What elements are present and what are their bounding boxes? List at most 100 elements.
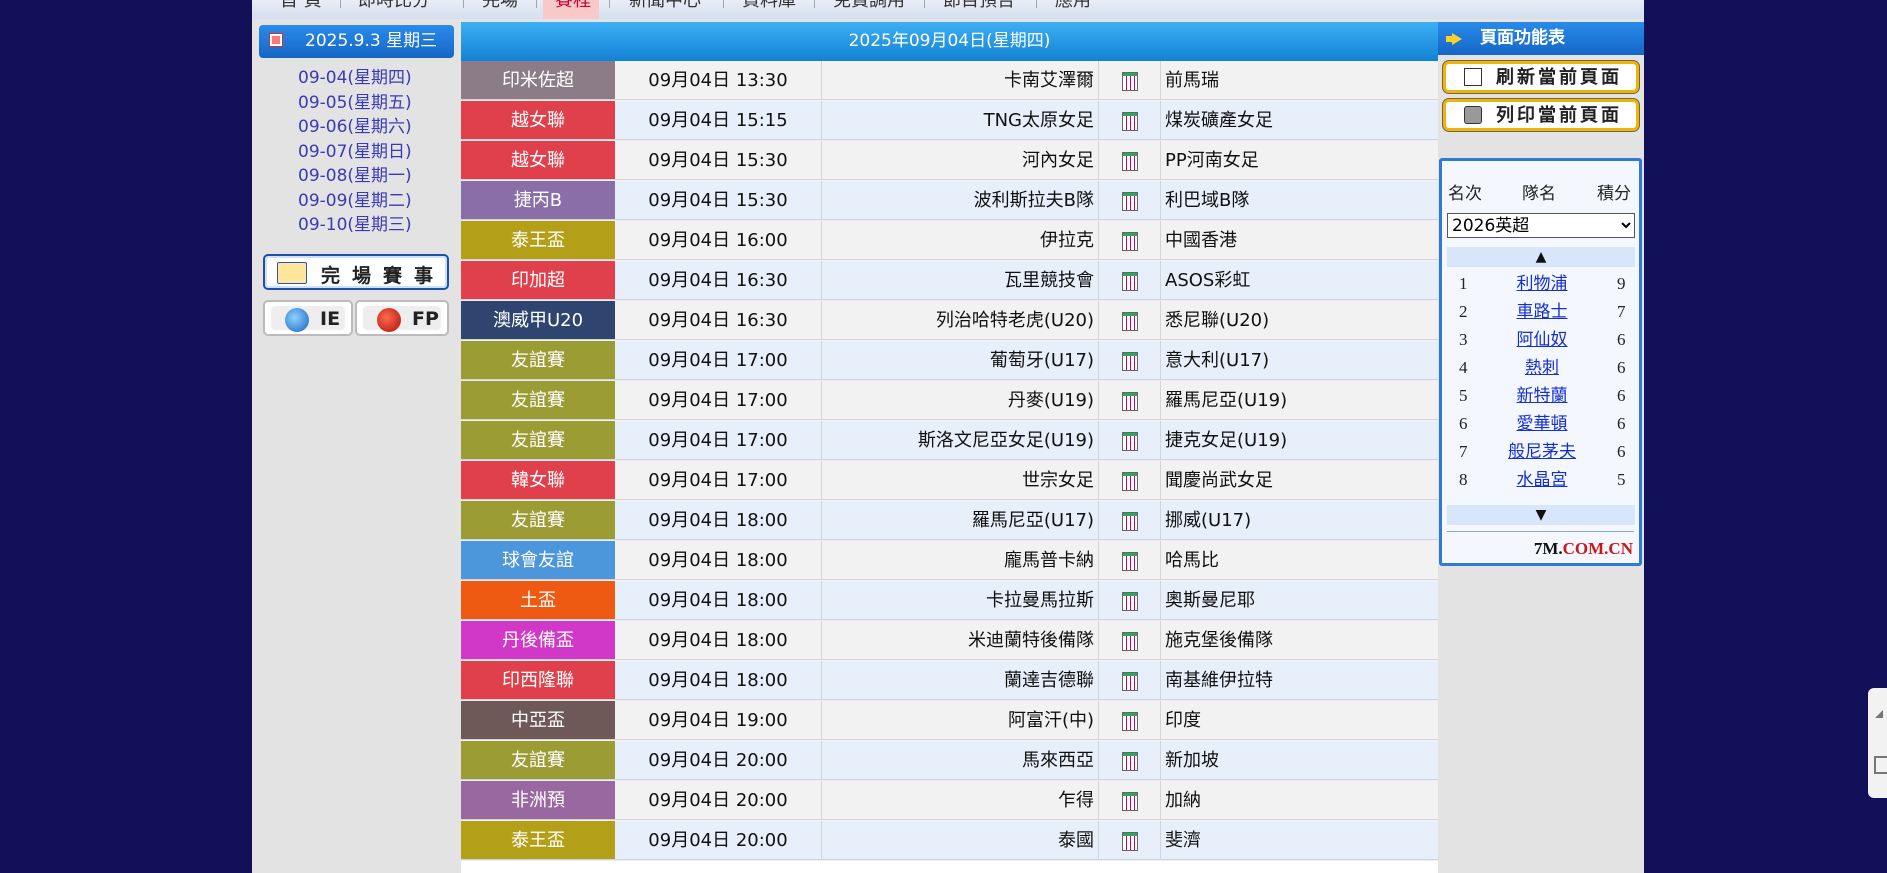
date-link[interactable]: 09-07(星期日) bbox=[298, 140, 428, 164]
away-team[interactable]: 意大利(U17) bbox=[1161, 341, 1438, 380]
league-badge[interactable]: 印加超 bbox=[461, 261, 615, 300]
analysis-icon[interactable] bbox=[1121, 151, 1138, 171]
league-badge[interactable]: 非洲預 bbox=[461, 781, 615, 820]
date-link[interactable]: 09-08(星期一) bbox=[298, 164, 428, 188]
analysis-icon[interactable] bbox=[1121, 631, 1138, 651]
print-page-button[interactable]: 列印當前頁面 bbox=[1443, 99, 1639, 131]
league-badge[interactable]: 友誼賽 bbox=[461, 381, 615, 420]
analysis-icon[interactable] bbox=[1121, 271, 1138, 291]
home-team[interactable]: 蘭達吉德聯 bbox=[822, 661, 1099, 700]
nav-home[interactable]: 首 頁 bbox=[280, 0, 322, 11]
away-team[interactable]: 斐濟 bbox=[1161, 821, 1438, 860]
away-team[interactable]: 奧斯曼尼耶 bbox=[1161, 581, 1438, 620]
away-team[interactable]: 挪威(U17) bbox=[1161, 501, 1438, 540]
league-badge[interactable]: 泰王盃 bbox=[461, 821, 615, 860]
league-badge[interactable]: 印西隆聯 bbox=[461, 661, 615, 700]
analysis-icon[interactable] bbox=[1121, 711, 1138, 731]
analysis-icon[interactable] bbox=[1121, 751, 1138, 771]
standings-team-link[interactable]: 車路士 bbox=[1487, 298, 1597, 326]
home-team[interactable]: TNG太原女足 bbox=[822, 101, 1099, 140]
home-team[interactable]: 泰國 bbox=[822, 821, 1099, 860]
standings-team-link[interactable]: 阿仙奴 bbox=[1487, 326, 1597, 354]
away-team[interactable]: 悉尼聯(U20) bbox=[1161, 301, 1438, 340]
nav-free-embed[interactable]: 免費調用 bbox=[833, 0, 905, 11]
analysis-icon[interactable] bbox=[1121, 831, 1138, 851]
nav-live-scores[interactable]: 即時比分 bbox=[358, 0, 430, 11]
standings-scroll-down[interactable]: ▼ bbox=[1447, 505, 1635, 525]
away-team[interactable]: 南基維伊拉特 bbox=[1161, 661, 1438, 700]
home-team[interactable]: 葡萄牙(U17) bbox=[822, 341, 1099, 380]
home-team[interactable]: 米迪蘭特後備隊 bbox=[822, 621, 1099, 660]
refresh-page-button[interactable]: 刷新當前頁面 bbox=[1443, 61, 1639, 93]
analysis-icon[interactable] bbox=[1121, 431, 1138, 451]
league-badge[interactable]: 中亞盃 bbox=[461, 701, 615, 740]
analysis-icon[interactable] bbox=[1121, 471, 1138, 491]
standings-team-link[interactable]: 般尼茅夫 bbox=[1487, 438, 1597, 466]
nav-schedule[interactable]: 賽程 bbox=[555, 0, 591, 11]
home-team[interactable]: 阿富汗(中) bbox=[822, 701, 1099, 740]
away-team[interactable]: 印度 bbox=[1161, 701, 1438, 740]
standings-scroll-up[interactable]: ▲ bbox=[1447, 247, 1635, 267]
standings-team-link[interactable]: 愛華頓 bbox=[1487, 410, 1597, 438]
league-badge[interactable]: 韓女聯 bbox=[461, 461, 615, 500]
league-badge[interactable]: 球會友誼 bbox=[461, 541, 615, 580]
nav-results[interactable]: 完場 bbox=[482, 0, 518, 11]
home-team[interactable]: 波利斯拉夫B隊 bbox=[822, 181, 1099, 220]
analysis-icon[interactable] bbox=[1121, 791, 1138, 811]
panel-icon[interactable] bbox=[1874, 756, 1887, 774]
standings-team-link[interactable]: 利物浦 bbox=[1487, 270, 1597, 298]
analysis-icon[interactable] bbox=[1121, 551, 1138, 571]
home-team[interactable]: 丹麥(U19) bbox=[822, 381, 1099, 420]
home-team[interactable]: 列治哈特老虎(U20) bbox=[822, 301, 1099, 340]
home-team[interactable]: 卡拉曼馬拉斯 bbox=[822, 581, 1099, 620]
home-team[interactable]: 斯洛文尼亞女足(U19) bbox=[822, 421, 1099, 460]
home-team[interactable]: 瓦里競技會 bbox=[822, 261, 1099, 300]
away-team[interactable]: 煤炭礦產女足 bbox=[1161, 101, 1438, 140]
side-float-widget[interactable] bbox=[1868, 688, 1887, 798]
away-team[interactable]: 羅馬尼亞(U19) bbox=[1161, 381, 1438, 420]
league-badge[interactable]: 土盃 bbox=[461, 581, 615, 620]
away-team[interactable]: PP河南女足 bbox=[1161, 141, 1438, 180]
analysis-icon[interactable] bbox=[1121, 511, 1138, 531]
league-badge[interactable]: 越女聯 bbox=[461, 141, 615, 180]
away-team[interactable]: 中國香港 bbox=[1161, 221, 1438, 260]
nav-tv-guide[interactable]: 節目預告 bbox=[943, 0, 1015, 11]
league-badge[interactable]: 捷丙B bbox=[461, 181, 615, 220]
analysis-icon[interactable] bbox=[1121, 111, 1138, 131]
away-team[interactable]: ASOS彩虹 bbox=[1161, 261, 1438, 300]
away-team[interactable]: 哈馬比 bbox=[1161, 541, 1438, 580]
date-link[interactable]: 09-10(星期三) bbox=[298, 213, 428, 237]
league-badge[interactable]: 越女聯 bbox=[461, 101, 615, 140]
home-team[interactable]: 馬來西亞 bbox=[822, 741, 1099, 780]
home-team[interactable]: 世宗女足 bbox=[822, 461, 1099, 500]
analysis-icon[interactable] bbox=[1121, 311, 1138, 331]
finished-matches-button[interactable]: 完場賽事 bbox=[263, 254, 449, 290]
home-team[interactable]: 龐馬普卡納 bbox=[822, 541, 1099, 580]
analysis-icon[interactable] bbox=[1121, 351, 1138, 371]
standings-team-link[interactable]: 新特蘭 bbox=[1487, 382, 1597, 410]
analysis-icon[interactable] bbox=[1121, 191, 1138, 211]
date-link[interactable]: 09-06(星期六) bbox=[298, 115, 428, 139]
analysis-icon[interactable] bbox=[1121, 391, 1138, 411]
away-team[interactable]: 捷克女足(U19) bbox=[1161, 421, 1438, 460]
home-team[interactable]: 乍得 bbox=[822, 781, 1099, 820]
league-badge[interactable]: 友誼賽 bbox=[461, 341, 615, 380]
nav-database[interactable]: 資料庫 bbox=[742, 0, 796, 11]
league-badge[interactable]: 友誼賽 bbox=[461, 421, 615, 460]
league-badge[interactable]: 泰王盃 bbox=[461, 221, 615, 260]
date-link[interactable]: 09-09(星期二) bbox=[298, 189, 428, 213]
nav-apps[interactable]: 應用 bbox=[1055, 0, 1091, 11]
home-team[interactable]: 河內女足 bbox=[822, 141, 1099, 180]
away-team[interactable]: 利巴域B隊 bbox=[1161, 181, 1438, 220]
away-team[interactable]: 聞慶尚武女足 bbox=[1161, 461, 1438, 500]
analysis-icon[interactable] bbox=[1121, 71, 1138, 91]
ie-button[interactable]: IE bbox=[263, 300, 353, 336]
league-badge[interactable]: 澳威甲U20 bbox=[461, 301, 615, 340]
standings-team-link[interactable]: 水晶宮 bbox=[1487, 466, 1597, 494]
league-badge[interactable]: 友誼賽 bbox=[461, 741, 615, 780]
standings-team-link[interactable]: 熱刺 bbox=[1487, 354, 1597, 382]
date-link[interactable]: 09-05(星期五) bbox=[298, 91, 428, 115]
expand-icon[interactable] bbox=[1875, 710, 1883, 718]
analysis-icon[interactable] bbox=[1121, 591, 1138, 611]
analysis-icon[interactable] bbox=[1121, 231, 1138, 251]
